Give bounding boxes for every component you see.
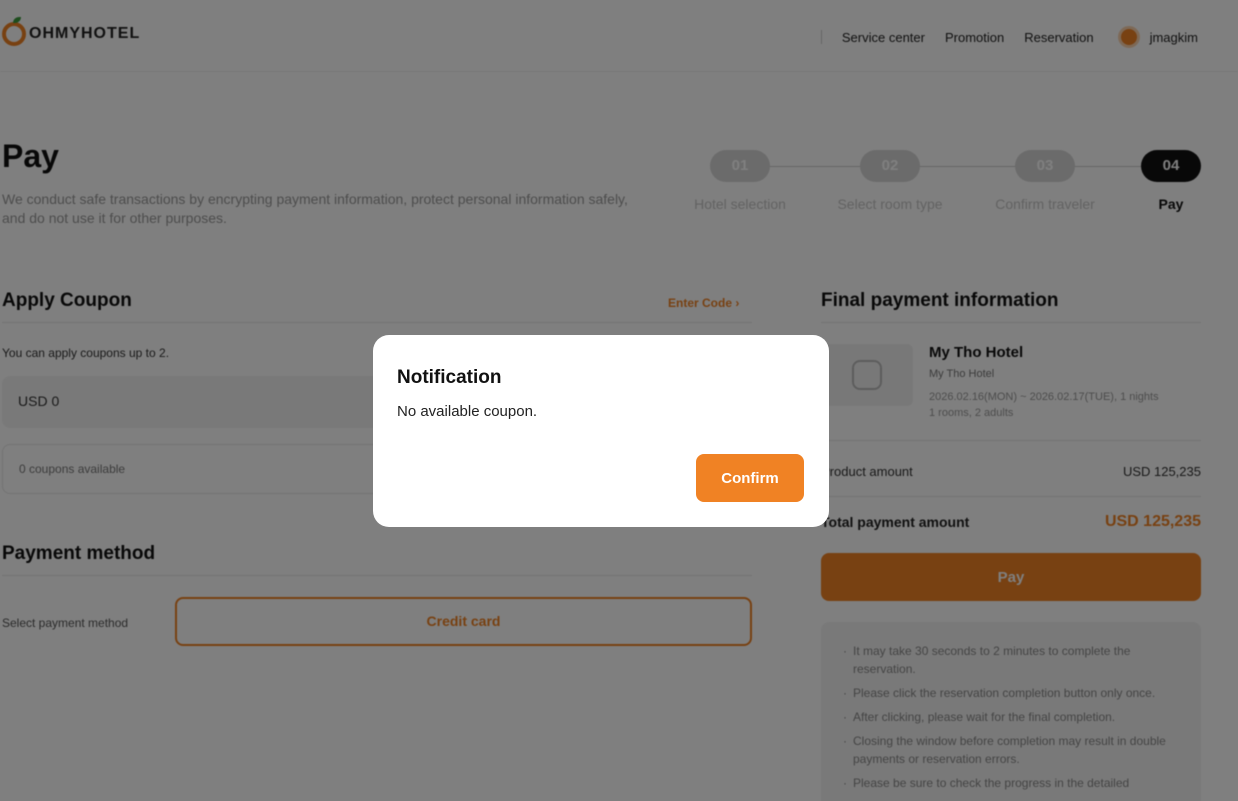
dialog-title: Notification [397,367,502,388]
confirm-button[interactable]: Confirm [696,454,804,502]
notification-dialog: Notification No available coupon. Confir… [373,335,829,527]
dialog-message: No available coupon. [397,403,538,420]
